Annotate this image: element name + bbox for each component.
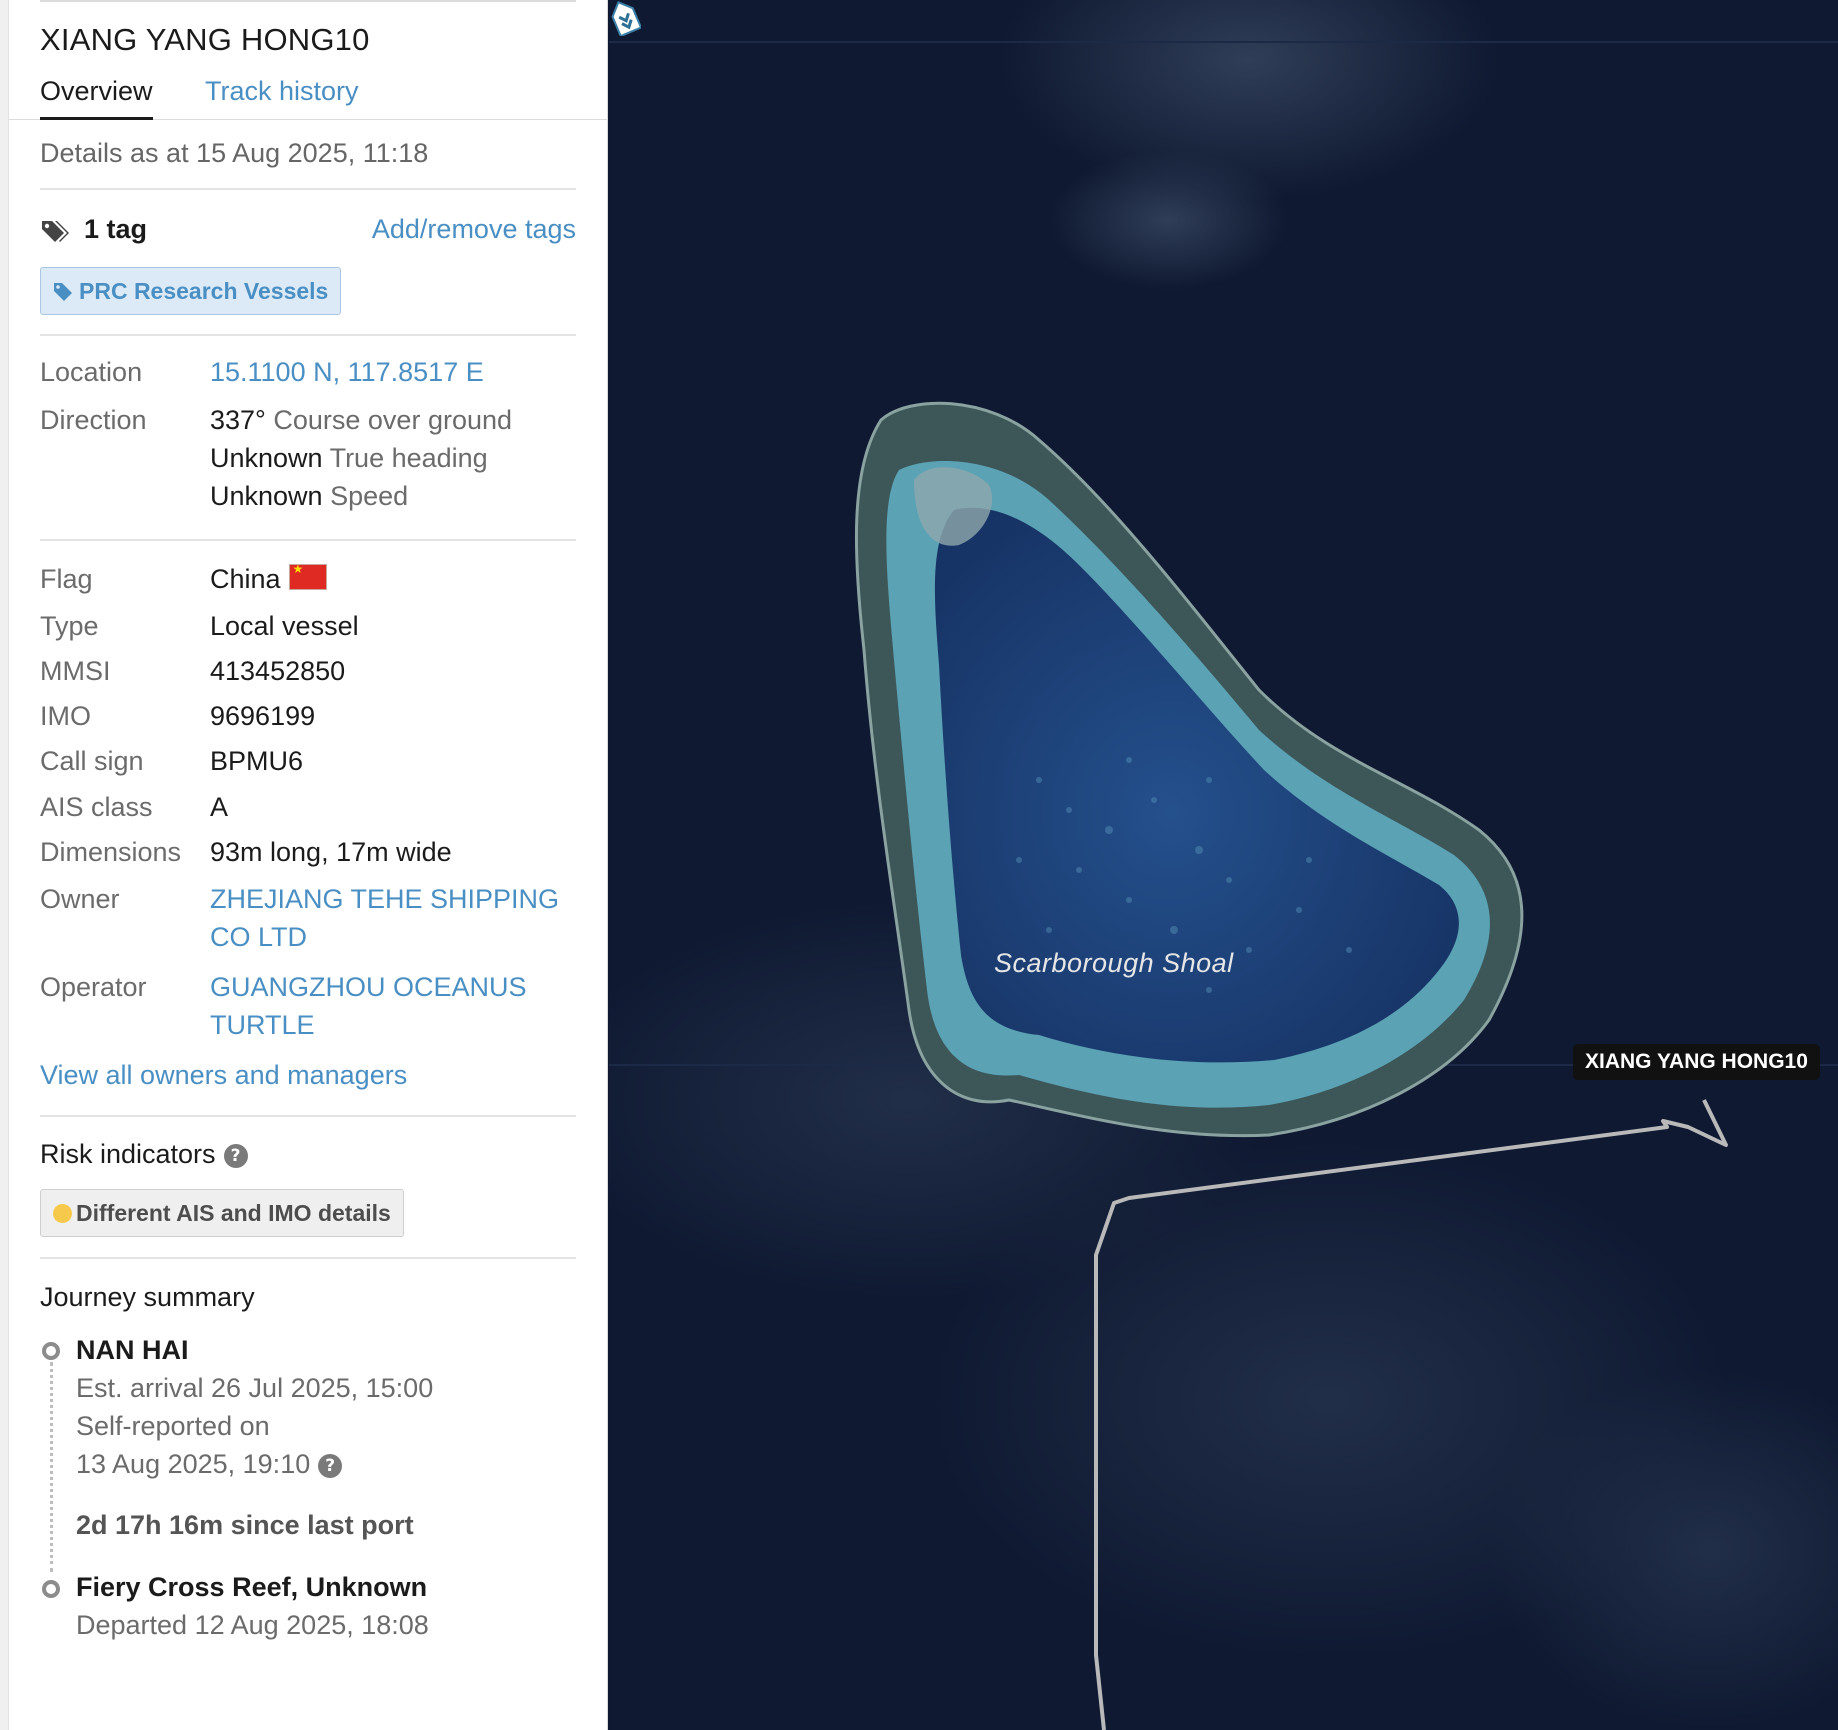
- time-since-last-port: 2d 17h 16m since last port: [76, 1510, 414, 1540]
- help-icon[interactable]: ?: [318, 1454, 343, 1478]
- owner-link-line1[interactable]: ZHEJIANG TEHE SHIPPING: [210, 884, 559, 915]
- type-label: Type: [40, 611, 99, 641]
- operator-link-line2[interactable]: TURTLE: [210, 1010, 315, 1041]
- self-reported-prefix: Self-reported on: [76, 1411, 270, 1441]
- vessel-name: XIANG YANG HONG10: [40, 22, 370, 57]
- mmsi-label: MMSI: [40, 656, 111, 686]
- location-link[interactable]: 15.1100 N, 117.8517 E: [210, 357, 484, 388]
- dimensions-value: 93m long, 17m wide: [210, 837, 452, 867]
- origin-marker-icon: [42, 1580, 60, 1598]
- operator-label: Operator: [40, 972, 147, 1002]
- top-divider: [40, 0, 576, 2]
- flag-value: China: [210, 564, 281, 594]
- speed-row: Unknown Speed: [210, 481, 408, 512]
- tab-bar: Overview Track history: [9, 72, 608, 120]
- risk-indicator-label: Different AIS and IMO details: [76, 1199, 391, 1226]
- callsign-label: Call sign: [40, 746, 144, 776]
- mmsi-value: 413452850: [210, 656, 346, 686]
- ais-class-value: A: [210, 792, 229, 822]
- cloud-cover: [1049, 150, 1289, 290]
- self-reported-row: 13 Aug 2025, 19:10?: [76, 1449, 343, 1480]
- origin-departed: Departed 12 Aug 2025, 18:08: [76, 1610, 429, 1640]
- divider: [40, 334, 576, 336]
- risk-indicator-chip[interactable]: Different AIS and IMO details: [40, 1189, 404, 1237]
- speed-value: Unknown: [210, 481, 323, 511]
- flag-value-row: China: [210, 562, 327, 595]
- speed-label: Speed: [330, 481, 409, 511]
- satellite-map[interactable]: Scarborough Shoal XIANG YANG HONG10: [609, 0, 1838, 1730]
- owner-link-line2[interactable]: CO LTD: [210, 922, 307, 953]
- heading-label: True heading: [329, 443, 488, 473]
- course-label: Course over ground: [273, 405, 513, 435]
- view-all-owners-link[interactable]: View all owners and managers: [40, 1060, 407, 1091]
- dimensions-label: Dimensions: [40, 837, 182, 867]
- warning-dot-icon: [53, 1203, 72, 1223]
- divider: [40, 188, 576, 190]
- help-icon[interactable]: ?: [223, 1144, 248, 1168]
- location-label: Location: [40, 357, 143, 387]
- vessel-marker-icon[interactable]: [609, 0, 641, 36]
- vessel-details-panel: XIANG YANG HONG10 Overview Track history…: [9, 0, 608, 1730]
- tab-track-history[interactable]: Track history: [205, 76, 359, 107]
- imo-value: 9696199: [210, 701, 316, 731]
- divider: [40, 1115, 576, 1117]
- divider: [40, 539, 576, 541]
- destination-eta: Est. arrival 26 Jul 2025, 15:00: [76, 1373, 434, 1403]
- add-remove-tags-link[interactable]: Add/remove tags: [372, 214, 576, 245]
- direction-label: Direction: [40, 405, 147, 435]
- tag-icon: [54, 283, 72, 301]
- map-canvas: [609, 0, 1838, 1730]
- imo-label: IMO: [40, 701, 91, 731]
- origin-port: Fiery Cross Reef, Unknown: [76, 1572, 428, 1602]
- destination-port: NAN HAI: [76, 1335, 189, 1365]
- divider: [40, 1257, 576, 1259]
- tags-header: 1 tag Add/remove tags: [40, 214, 576, 250]
- callsign-value: BPMU6: [210, 746, 304, 776]
- self-reported-date: 13 Aug 2025, 19:10: [76, 1449, 311, 1479]
- tag-chip[interactable]: PRC Research Vessels: [40, 267, 342, 315]
- china-flag-icon: [288, 562, 327, 590]
- owner-label: Owner: [40, 884, 120, 914]
- risk-indicators-title: Risk indicators: [40, 1139, 216, 1169]
- heading-value: Unknown: [210, 443, 323, 473]
- flag-label: Flag: [40, 564, 93, 594]
- details-timestamp: Details as at 15 Aug 2025, 11:18: [40, 138, 429, 168]
- course-row: 337° Course over ground: [210, 405, 512, 436]
- type-value: Local vessel: [210, 611, 359, 641]
- journey-summary-title: Journey summary: [40, 1282, 255, 1312]
- course-value: 337°: [210, 405, 266, 435]
- destination-marker-icon: [42, 1342, 60, 1360]
- tag-count: 1 tag: [84, 214, 148, 244]
- map-feature-label: Scarborough Shoal: [994, 948, 1234, 978]
- window-edge: [0, 0, 9, 1730]
- vessel-map-label[interactable]: XIANG YANG HONG10: [1573, 1044, 1820, 1080]
- tab-overview[interactable]: Overview: [40, 76, 153, 120]
- tag-chip-label: PRC Research Vessels: [79, 278, 329, 304]
- risk-indicators-heading: Risk indicators?: [40, 1139, 248, 1170]
- journey-timeline-line: [50, 1362, 53, 1572]
- tags-icon: [42, 221, 69, 242]
- ais-class-label: AIS class: [40, 792, 153, 822]
- operator-link-line1[interactable]: GUANGZHOU OCEANUS: [210, 972, 527, 1003]
- heading-row: Unknown True heading: [210, 443, 488, 474]
